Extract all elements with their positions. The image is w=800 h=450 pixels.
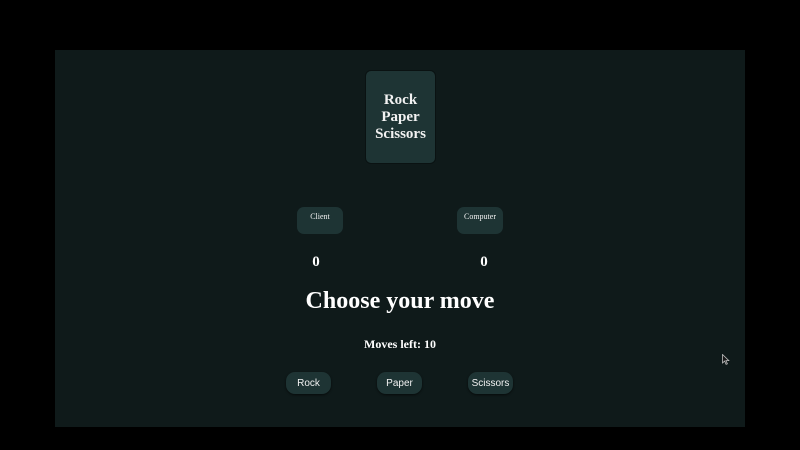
moves-left-label: Moves left: bbox=[364, 337, 421, 351]
moves-left-status: Moves left: 10 bbox=[55, 337, 745, 352]
scissors-button[interactable]: Scissors bbox=[468, 372, 513, 394]
game-title-card: Rock Paper Scissors bbox=[365, 70, 436, 164]
title-line-scissors: Scissors bbox=[375, 125, 426, 142]
page: Rock Paper Scissors Client Computer 0 0 … bbox=[0, 0, 800, 450]
client-card: Client bbox=[297, 207, 343, 234]
computer-score: 0 bbox=[480, 254, 488, 270]
mouse-pointer-icon bbox=[722, 354, 730, 365]
moves-left-value: 10 bbox=[423, 337, 436, 351]
client-label: Client bbox=[310, 212, 330, 221]
title-line-paper: Paper bbox=[381, 108, 420, 125]
title-line-rock: Rock bbox=[383, 91, 418, 108]
choose-move-heading: Choose your move bbox=[305, 288, 495, 314]
rock-button[interactable]: Rock bbox=[286, 372, 331, 394]
computer-card: Computer bbox=[457, 207, 503, 234]
game-area: Rock Paper Scissors Client Computer 0 0 … bbox=[55, 50, 745, 427]
paper-button[interactable]: Paper bbox=[377, 372, 422, 394]
client-score: 0 bbox=[312, 254, 320, 270]
computer-label: Computer bbox=[464, 212, 496, 221]
